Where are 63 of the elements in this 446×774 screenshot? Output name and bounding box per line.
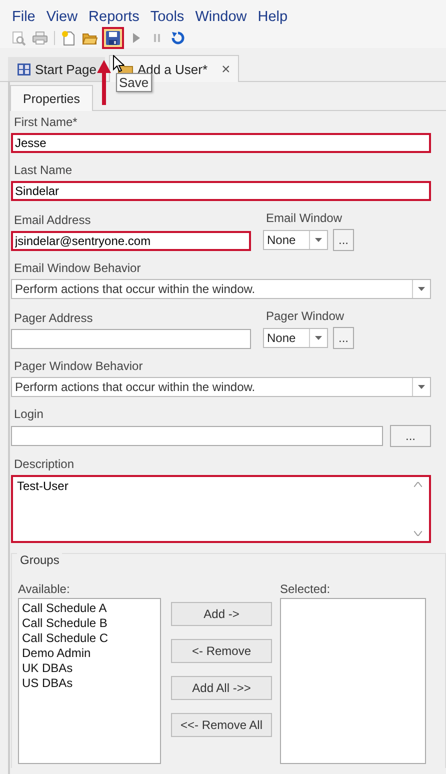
list-item[interactable]: Call Schedule B	[22, 616, 157, 631]
list-item[interactable]: US DBAs	[22, 676, 157, 691]
field-label: First Name*	[14, 115, 78, 130]
menu-item[interactable]: Tools	[150, 9, 184, 27]
list-item[interactable]: Call Schedule A	[22, 601, 157, 616]
caret-icon	[418, 287, 425, 291]
input-field[interactable]	[11, 329, 251, 349]
field-label: Email Window Behavior	[14, 261, 142, 276]
refresh-icon	[170, 30, 186, 46]
input-field[interactable]: jsindelar@sentryone.com	[11, 231, 251, 251]
transfer-button[interactable]: Add ->	[171, 602, 272, 626]
cursor-icon	[113, 55, 124, 72]
panel-tab[interactable]: Properties	[10, 85, 93, 111]
text-area[interactable]: Test-User	[11, 475, 431, 543]
field-label: Description	[14, 457, 76, 472]
preview-icon	[11, 30, 27, 46]
available-list[interactable]: Call Schedule A Call Schedule B Call Schedule C Demo Admin UK DBAs US DBAs	[18, 598, 161, 764]
input-field[interactable]: Sindelar	[11, 181, 431, 201]
field-label: Login	[14, 407, 44, 422]
list-item[interactable]: UK DBAs	[22, 661, 157, 676]
new-page-icon	[61, 30, 77, 46]
caret-icon	[315, 238, 322, 242]
list-item[interactable]: Call Schedule C	[22, 631, 157, 646]
menu-item[interactable]: Window	[195, 9, 247, 27]
input-field[interactable]: Jesse	[11, 133, 431, 153]
transfer-button[interactable]: <- Remove	[171, 639, 272, 663]
group-title: Groups	[17, 553, 62, 567]
input-field[interactable]	[11, 426, 383, 446]
list-item[interactable]: Demo Admin	[22, 646, 157, 661]
list-label: Available:	[18, 582, 71, 596]
caret-icon	[315, 336, 322, 340]
menu-item[interactable]: File	[12, 9, 36, 27]
transfer-button[interactable]: <<- Remove All	[171, 713, 272, 737]
field-label: Email Address	[14, 213, 92, 228]
browse-button[interactable]: ...	[333, 327, 354, 349]
dropdown[interactable]: None	[263, 328, 328, 348]
tooltip: Save	[116, 73, 152, 92]
browse-button[interactable]: ...	[333, 229, 354, 251]
annotation-arrow	[97, 60, 111, 106]
field-label: Pager Window Behavior	[14, 359, 144, 374]
menu-item[interactable]: Reports	[88, 9, 140, 27]
list-label: Selected:	[280, 582, 332, 596]
selected-list[interactable]	[280, 598, 426, 764]
browse-button[interactable]: ...	[390, 425, 431, 447]
document-tab[interactable]: Start Page	[8, 57, 106, 81]
close-button[interactable]: ×	[222, 60, 230, 78]
caret-icon	[418, 385, 425, 389]
toolbar-button[interactable]	[102, 26, 124, 48]
field-label: Pager Window	[266, 309, 346, 324]
scroll-up-icon	[414, 482, 422, 487]
scroll-down-icon	[414, 531, 422, 536]
field-label: Email Window	[266, 211, 344, 226]
dropdown[interactable]: Perform actions that occur within the window.	[11, 377, 431, 397]
dropdown[interactable]: Perform actions that occur within the window.	[11, 279, 431, 299]
menu-item[interactable]: View	[46, 9, 78, 27]
field-label: Pager Address	[14, 311, 94, 326]
transfer-button[interactable]: Add All ->>	[171, 676, 272, 700]
grid-icon	[17, 63, 31, 76]
save-icon	[105, 30, 121, 46]
menu-item[interactable]: Help	[258, 9, 288, 27]
printer-icon	[32, 30, 48, 46]
field-label: Last Name	[14, 163, 74, 178]
dropdown[interactable]: None	[263, 230, 328, 250]
